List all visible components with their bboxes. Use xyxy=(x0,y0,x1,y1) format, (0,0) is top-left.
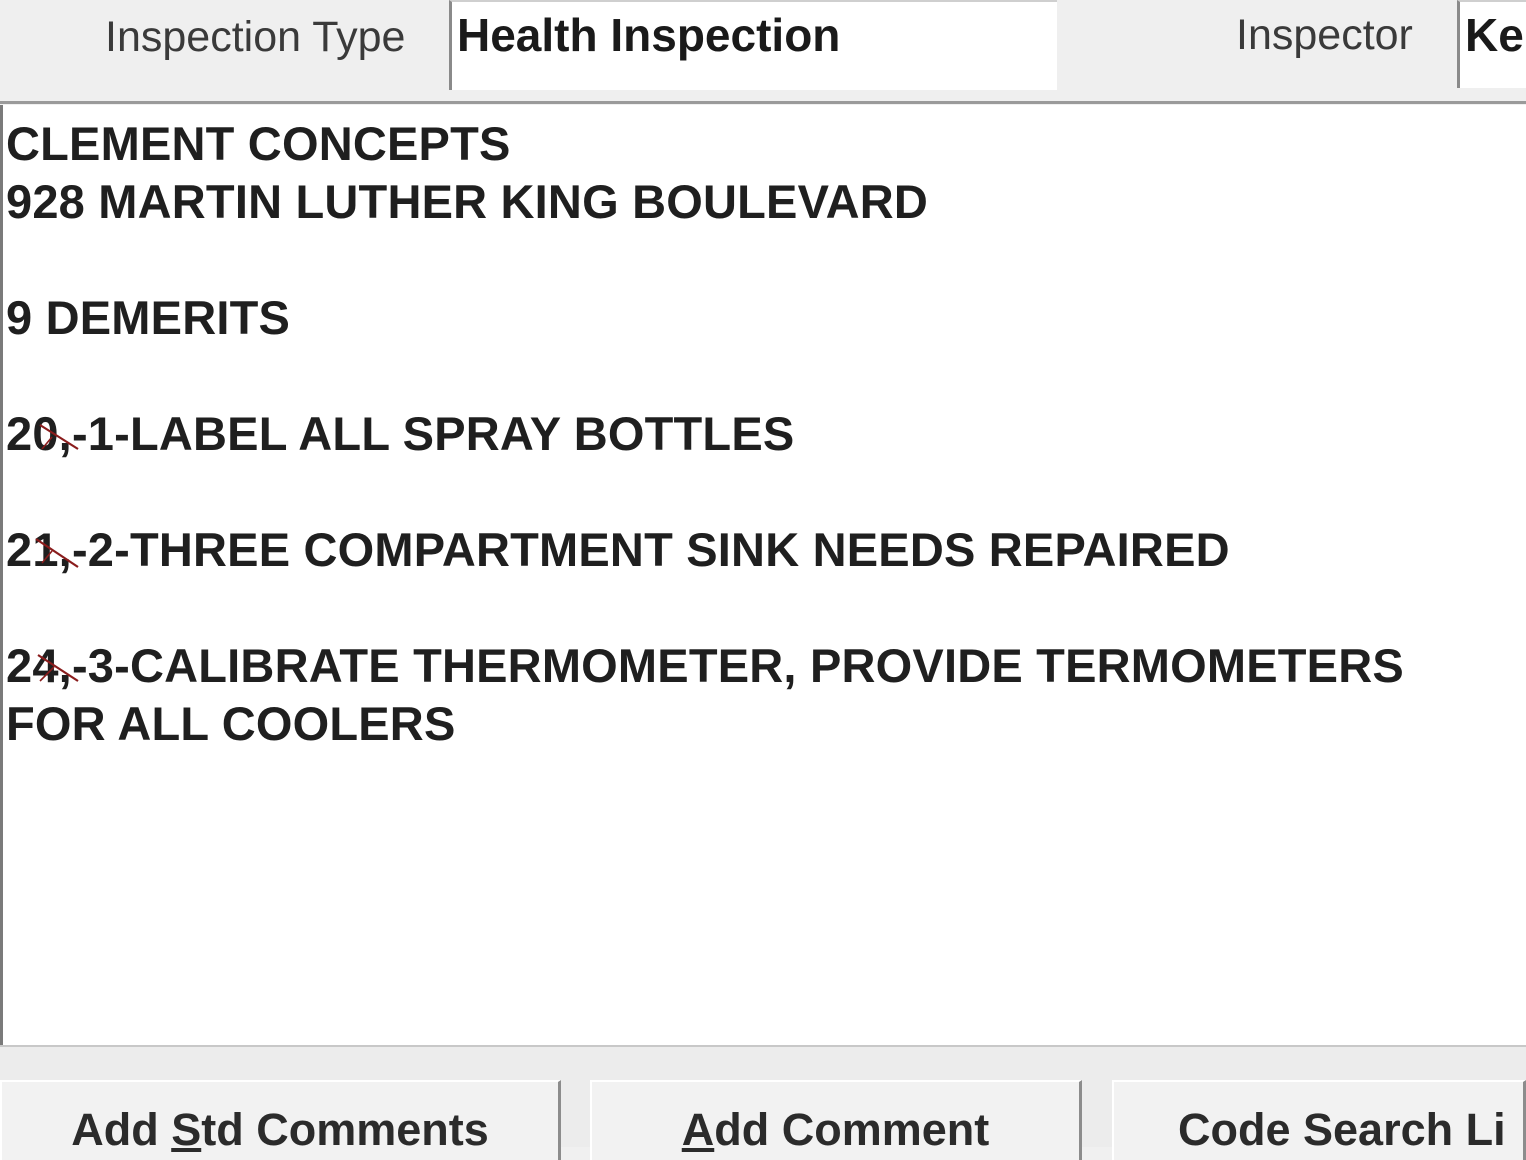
inspector-field[interactable]: Ke xyxy=(1457,0,1526,88)
violation-continuation: FOR ALL COOLERS xyxy=(6,697,456,750)
accelerator-key: S xyxy=(171,1104,202,1155)
business-address: 928 MARTIN LUTHER KING BOULEVARD xyxy=(6,175,929,228)
inspection-type-label: Inspection Type xyxy=(105,13,406,61)
inspector-label: Inspector xyxy=(1236,11,1413,59)
add-comment-button[interactable]: Add Comment xyxy=(590,1080,1082,1160)
demerits-total: 9 DEMERITS xyxy=(6,291,291,344)
inspection-type-field[interactable]: Health Inspection xyxy=(449,0,1057,90)
inspection-header: Inspection Type Health Inspection Inspec… xyxy=(0,0,1526,104)
button-bar: Add Std Comments Add Comment Code Search… xyxy=(0,1045,1526,1160)
violation-text: -3-CALIBRATE THERMOMETER, PROVIDE TERMOM… xyxy=(71,639,1404,692)
code-search-button[interactable]: Code Search Li xyxy=(1112,1080,1526,1160)
violation-code: 21, xyxy=(6,521,79,579)
comments-textarea[interactable]: CLEMENT CONCEPTS 928 MARTIN LUTHER KING … xyxy=(0,105,1526,1045)
violation-code: 24, xyxy=(6,637,79,695)
violation-text: -2-THREE COMPARTMENT SINK NEEDS REPAIRED xyxy=(71,523,1230,576)
violation-line: 24, -3-CALIBRATE THERMOMETER, PROVIDE TE… xyxy=(6,637,1526,695)
violation-code: 20, xyxy=(6,405,79,463)
business-name: CLEMENT CONCEPTS xyxy=(6,117,511,170)
violation-text: -1-LABEL ALL SPRAY BOTTLES xyxy=(71,407,795,460)
violation-line: 20, -1-LABEL ALL SPRAY BOTTLES xyxy=(6,405,1526,463)
add-std-comments-button[interactable]: Add Std Comments xyxy=(0,1080,561,1160)
accelerator-key: A xyxy=(681,1104,715,1155)
violation-line: 21, -2-THREE COMPARTMENT SINK NEEDS REPA… xyxy=(6,521,1526,579)
